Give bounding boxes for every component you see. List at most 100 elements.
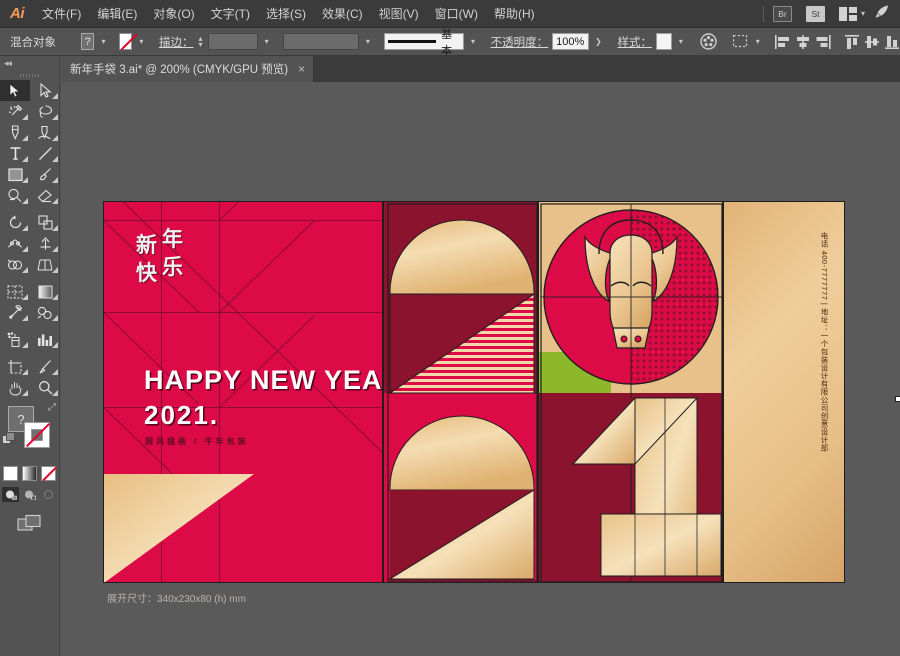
align-bottom-icon[interactable] [884,32,900,52]
stroke-swatch[interactable] [118,33,133,50]
greeting-char-1: 新 [136,233,157,257]
brush-definition-label: 基本 [441,28,453,57]
blend-tool[interactable] [30,302,60,323]
scale-tool[interactable] [30,212,60,233]
menu-help[interactable]: 帮助(H) [486,0,543,28]
brush-dropdown-icon[interactable]: ▾ [468,33,478,50]
stock-icon[interactable]: St [805,5,825,22]
stroke-dropdown-icon[interactable]: ▾ [136,33,146,50]
pen-tool[interactable] [0,122,30,143]
gradient-tool[interactable] [30,281,60,302]
illustrator-window: Ai 文件(F) 编辑(E) 对象(O) 文字(T) 选择(S) 效果(C) 视… [0,0,900,656]
document-tab[interactable]: 新年手袋 3.ai* @ 200% (CMYK/GPU 预览) × [60,56,315,82]
tools-grid [0,80,59,398]
type-tool[interactable] [0,143,30,164]
chevron-down-icon[interactable]: ▾ [861,9,865,18]
zoom-tool[interactable] [30,377,60,398]
gradient-fill-button[interactable] [22,466,37,481]
greeting-char-3: 快 [136,261,157,285]
symbol-sprayer-tool[interactable] [0,329,30,350]
slice-tool[interactable] [30,356,60,377]
arrange-documents-icon[interactable] [838,6,857,21]
stroke-weight-dropdown-icon[interactable]: ▾ [262,33,272,50]
document-tab-title: 新年手袋 3.ai* @ 200% (CMYK/GPU 预览) [70,64,289,76]
contact-vertical-text: 电话 400-7777777 | 地址：一个包装设计有限公司创意设计部 [820,232,829,452]
stroke-color-indicator[interactable] [24,422,50,448]
draw-behind-button[interactable] [21,487,38,502]
selection-tool[interactable] [0,80,30,101]
width-tool[interactable] [0,233,30,254]
bridge-icon[interactable]: Br [772,5,792,22]
perspective-grid-tool[interactable] [30,254,60,275]
style-dropdown-icon[interactable]: ▾ [676,33,686,50]
mesh-tool[interactable] [0,281,30,302]
menu-file[interactable]: 文件(F) [34,0,89,28]
rotate-tool[interactable] [0,212,30,233]
align-right-icon[interactable] [815,32,832,52]
stroke-profile-input[interactable] [282,33,359,50]
magic-wand-tool[interactable] [0,101,30,122]
dimensions-note: 展开尺寸：340x230x80 (h) mm [107,594,246,605]
line-segment-tool[interactable] [30,143,60,164]
stroke-weight-stepper[interactable]: ▴ ▾ [199,34,203,48]
artboard-tool[interactable] [0,356,30,377]
close-icon[interactable]: × [298,62,305,76]
menu-view[interactable]: 视图(V) [371,0,427,28]
eyedropper-tool[interactable] [0,302,30,323]
curvature-tool[interactable] [30,122,60,143]
change-screen-mode-button[interactable] [0,514,59,532]
brush-definition-input[interactable]: 基本 [383,29,464,57]
hand-tool[interactable] [0,377,30,398]
menu-select[interactable]: 选择(S) [258,0,314,28]
opacity-input[interactable]: 100% [552,33,590,50]
default-fill-stroke-icon[interactable] [2,432,16,451]
menubar-divider [762,5,764,22]
discover-rocket-icon[interactable] [874,4,890,24]
greeting-char-2: 年 [162,227,183,251]
subtitle-text: 国风插画 / 牛年包装 [145,437,249,446]
menu-effect[interactable]: 效果(C) [314,0,371,28]
align-center-v-icon[interactable] [864,32,880,52]
stroke-weight-input[interactable] [207,33,258,50]
column-graph-tool[interactable] [30,329,60,350]
toolbar-collapse-handle[interactable]: ◂◂ [0,56,59,70]
none-fill-button[interactable] [41,466,56,481]
paintbrush-tool[interactable] [30,164,60,185]
toolbar-drag-grip[interactable] [0,70,59,80]
direct-selection-tool[interactable] [30,80,60,101]
select-similar-dropdown-icon[interactable]: ▾ [753,33,763,50]
align-left-icon[interactable] [775,32,791,52]
free-transform-tool[interactable] [30,233,60,254]
menu-type[interactable]: 文字(T) [203,0,258,28]
draw-normal-button[interactable] [2,487,19,502]
eraser-tool[interactable] [30,185,60,206]
menu-object[interactable]: 对象(O) [145,0,202,28]
select-similar-icon[interactable] [732,32,749,52]
shape-builder-tool[interactable] [0,254,30,275]
color-fill-button[interactable] [3,466,18,481]
menu-edit[interactable]: 编辑(E) [89,0,145,28]
artwork-panel-side-a [383,201,538,583]
menubar-right-group: Br St ▾ [757,0,900,28]
recolor-artwork-icon[interactable] [700,32,717,52]
control-bar: 混合对象 ? ▾ ▾ 描边： ▴ ▾ ▾ ▾ 基本 ▾ 不透明度： 100% ❯ … [0,28,900,57]
fill-dropdown-icon[interactable]: ▾ [98,33,108,50]
rectangle-tool[interactable] [0,164,30,185]
graphic-style-swatch[interactable] [656,33,672,50]
shaper-tool[interactable] [0,185,30,206]
bull-and-digit-one [539,202,722,582]
greeting-char-4: 乐 [162,255,183,279]
opacity-flyout-icon[interactable]: ❯ [593,33,603,50]
swap-fill-stroke-icon[interactable]: ⤢ [48,402,56,413]
stroke-weight-label: 描边： [159,36,194,49]
document-canvas[interactable]: 新 年 快 乐 HAPPY NEW YEAR! 2021. 国风插画 / 牛年包… [61,82,900,656]
fill-swatch[interactable]: ? [80,33,95,50]
draw-inside-button[interactable] [40,487,57,502]
align-center-h-icon[interactable] [795,32,811,52]
align-top-icon[interactable] [844,32,860,52]
artwork-panel-front: 新 年 快 乐 HAPPY NEW YEAR! 2021. 国风插画 / 牛年包… [103,201,383,583]
lasso-tool[interactable] [30,101,60,122]
menu-window[interactable]: 窗口(W) [427,0,486,28]
style-label: 样式： [617,36,653,49]
stroke-profile-dropdown-icon[interactable]: ▾ [363,33,373,50]
